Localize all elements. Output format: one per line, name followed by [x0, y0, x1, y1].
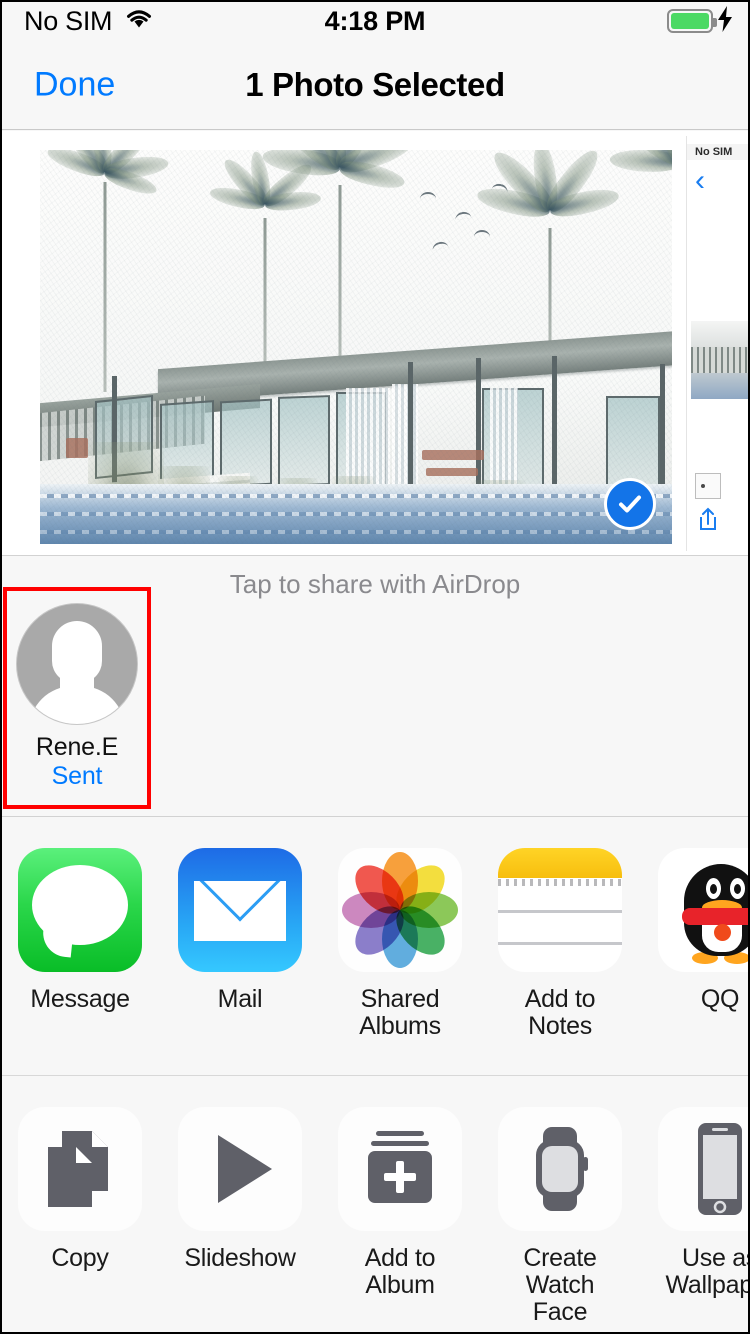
navigation-bar: Done 1 Photo Selected	[2, 40, 748, 130]
status-bar: No SIM 4:18 PM	[2, 2, 748, 40]
airdrop-contact-rene-e[interactable]: Rene.E Sent	[3, 587, 151, 809]
share-target-label: Shared Albums	[359, 985, 441, 1040]
share-sheet-screen: No SIM 4:18 PM Done 1 Photo Selected No …	[0, 0, 750, 1334]
share-target-label: QQ	[700, 985, 740, 1013]
lightning-bolt-icon	[716, 5, 734, 37]
bench	[426, 468, 478, 476]
bird	[474, 230, 490, 237]
bench	[422, 450, 484, 460]
action-label: Add to Album	[364, 1244, 436, 1299]
share-target-add-to-notes[interactable]: Add to Notes	[496, 848, 624, 1040]
action-strip: Copy Slideshow Add to Album Create Watch…	[16, 1107, 748, 1326]
contact-name-label: Rene.E	[35, 733, 119, 761]
app-share-strip: Message Mail Shared Albums Add to Notes …	[16, 848, 748, 1040]
share-target-label: Mail	[217, 985, 263, 1013]
mini-thumbnail	[695, 473, 721, 499]
play-triangle-icon	[178, 1107, 302, 1231]
messages-app-icon	[18, 848, 142, 972]
add-to-album-icon	[338, 1107, 462, 1231]
status-bar-right	[667, 5, 734, 37]
person-silhouette-icon	[16, 603, 138, 725]
share-target-label: Message	[30, 985, 130, 1013]
action-copy[interactable]: Copy	[16, 1107, 144, 1326]
notes-app-icon	[498, 848, 622, 972]
window-pane	[278, 395, 330, 487]
mini-photo-preview	[691, 321, 748, 399]
action-slideshow[interactable]: Slideshow	[176, 1107, 304, 1326]
preview-section: No SIM ‹	[2, 131, 748, 556]
contact-status-label: Sent	[51, 762, 103, 790]
airdrop-section: Tap to share with AirDrop Rene.E Sent	[2, 557, 748, 817]
share-target-message[interactable]: Message	[16, 848, 144, 1040]
share-target-qq[interactable]: QQ	[656, 848, 748, 1040]
mail-app-icon	[178, 848, 302, 972]
apple-watch-icon	[498, 1107, 622, 1231]
qq-app-icon	[658, 848, 748, 972]
action-row: Copy Slideshow Add to Album Create Watch…	[2, 1077, 748, 1332]
bird	[420, 192, 436, 199]
share-target-shared-albums[interactable]: Shared Albums	[336, 848, 464, 1040]
pool	[40, 484, 672, 544]
page-title: 1 Photo Selected	[245, 65, 505, 103]
clock-label: 4:18 PM	[324, 5, 426, 36]
share-arrow-icon	[697, 506, 719, 537]
mini-carrier-label: No SIM	[687, 144, 748, 160]
share-target-mail[interactable]: Mail	[176, 848, 304, 1040]
share-target-label: Add to Notes	[524, 985, 596, 1040]
action-use-as-wallpaper[interactable]: Use as Wallpaper	[656, 1107, 748, 1326]
action-add-to-album[interactable]: Add to Album	[336, 1107, 464, 1326]
bench	[66, 438, 88, 458]
next-photo-card-partial[interactable]: No SIM ‹	[686, 136, 748, 551]
photos-app-icon	[338, 848, 462, 972]
checkmark-circle-icon[interactable]	[604, 478, 656, 530]
action-label: Copy	[51, 1244, 109, 1272]
copy-icon	[18, 1107, 142, 1231]
app-share-row: Message Mail Shared Albums Add to Notes …	[2, 818, 748, 1076]
action-label: Slideshow	[184, 1244, 296, 1272]
action-label: Create Watch Face	[523, 1244, 597, 1326]
chevron-left-icon: ‹	[695, 164, 705, 197]
action-label: Use as Wallpaper	[665, 1244, 748, 1299]
iphone-icon	[658, 1107, 748, 1231]
battery-full-icon	[667, 9, 717, 33]
photo-thumbnail[interactable]	[40, 150, 672, 544]
action-create-watch-face[interactable]: Create Watch Face	[496, 1107, 624, 1326]
